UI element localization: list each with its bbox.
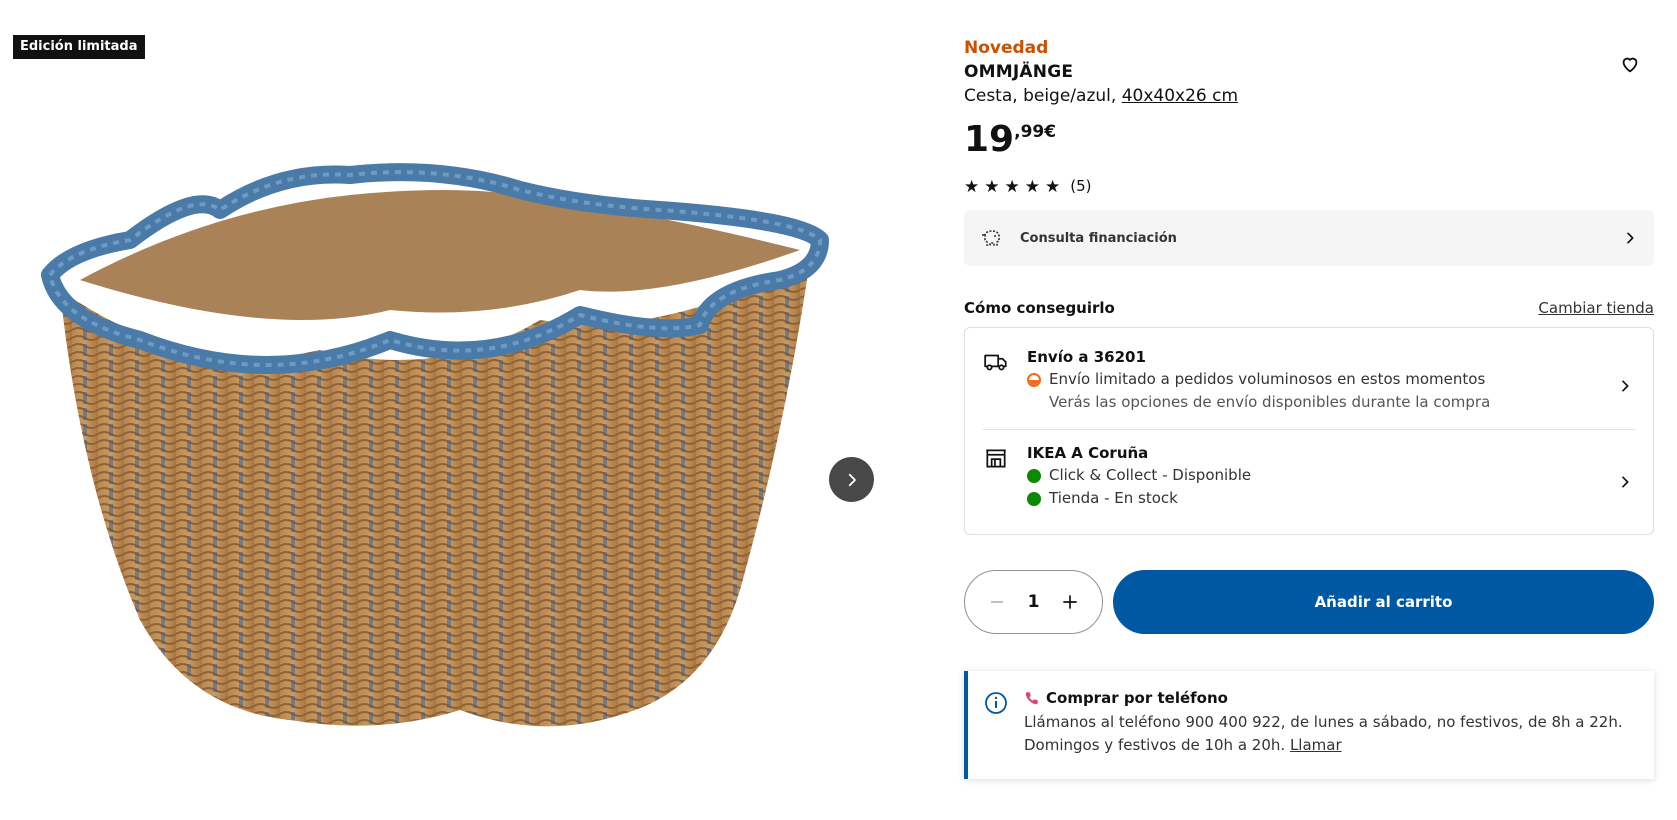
product-size-link[interactable]: 40x40x26 cm <box>1122 86 1238 106</box>
quantity-value[interactable]: 1 <box>1028 592 1040 612</box>
chevron-right-icon <box>1622 476 1629 488</box>
delivery-status-text: Envío limitado a pedidos voluminosos en … <box>1049 370 1486 388</box>
price-integer: 19 <box>964 119 1015 160</box>
click-collect-text: Click & Collect - Disponible <box>1049 466 1252 484</box>
store-icon <box>986 449 1006 468</box>
increase-quantity-button[interactable] <box>1058 590 1082 614</box>
plus-icon <box>1063 595 1077 609</box>
delivery-row[interactable]: Envío a 36201 Envío limitado a pedidos v… <box>983 346 1635 426</box>
star-icon: ★ <box>1045 176 1061 196</box>
chevron-right-icon <box>1627 232 1634 244</box>
product-gallery: Edición limitada <box>0 0 880 820</box>
delivery-chevron <box>1615 346 1635 426</box>
piggy-bank-icon <box>982 230 1000 246</box>
product-image[interactable] <box>20 150 880 750</box>
star-icon: ★ <box>984 176 1000 196</box>
info-icon <box>985 692 1007 714</box>
availability-box: Envío a 36201 Envío limitado a pedidos v… <box>964 327 1654 535</box>
product-name: OMMJÄNGE <box>964 62 1074 82</box>
phone-order-title-text: Comprar por teléfono <box>1046 689 1228 707</box>
product-description-text: Cesta, beige/azul, <box>964 86 1117 106</box>
phone-order-box: Comprar por teléfono Llámanos al teléfon… <box>964 671 1654 779</box>
product-price: 19 ,99€ <box>964 120 1654 164</box>
click-collect-status: Click & Collect - Disponible <box>1027 464 1615 487</box>
chevron-right-icon <box>848 473 856 486</box>
decrease-quantity-button[interactable] <box>985 590 1009 614</box>
product-panel: Novedad OMMJÄNGE Cesta, beige/azul, 40x4… <box>964 38 1654 779</box>
available-status-icon <box>1027 468 1041 483</box>
star-icon: ★ <box>1024 176 1040 196</box>
truck-icon <box>984 354 1007 371</box>
divider <box>983 429 1635 430</box>
add-to-cart-button[interactable]: Añadir al carrito <box>1113 570 1654 634</box>
store-title: IKEA A Coruña <box>1027 444 1149 462</box>
store-chevron <box>1615 442 1635 522</box>
limited-edition-badge: Edición limitada <box>13 35 145 59</box>
warning-status-icon <box>1027 372 1041 387</box>
available-status-icon <box>1027 491 1041 506</box>
availability-title: Cómo conseguirlo <box>964 299 1115 317</box>
chevron-right-icon <box>1622 380 1629 392</box>
price-decimal: ,99€ <box>1014 122 1057 142</box>
next-image-button[interactable] <box>829 457 874 502</box>
delivery-title: Envío a 36201 <box>1027 348 1146 366</box>
store-row[interactable]: IKEA A Coruña Click & Collect - Disponib… <box>983 442 1635 522</box>
star-icon: ★ <box>1004 176 1020 196</box>
rating-count: (5) <box>1070 177 1092 195</box>
store-stock-text: Tienda - En stock <box>1049 489 1178 507</box>
delivery-status: Envío limitado a pedidos voluminosos en … <box>1027 368 1615 391</box>
purchase-controls: 1 Añadir al carrito <box>964 570 1654 634</box>
product-rating[interactable]: ★ ★ ★ ★ ★ (5) <box>964 176 1654 196</box>
phone-order-title: Comprar por teléfono <box>1024 687 1636 709</box>
product-description: Cesta, beige/azul, 40x40x26 cm <box>964 86 1654 110</box>
delivery-note: Verás las opciones de envío disponibles … <box>1049 393 1491 411</box>
availability-header: Cómo conseguirlo Cambiar tienda <box>964 296 1654 320</box>
financing-button[interactable]: Consulta financiación <box>964 210 1654 266</box>
financing-label: Consulta financiación <box>1020 230 1177 246</box>
phone-order-text: Llámanos al teléfono 900 400 922, de lun… <box>1024 711 1636 757</box>
minus-icon <box>991 601 1003 603</box>
change-store-link[interactable]: Cambiar tienda <box>1538 299 1654 317</box>
rating-stars: ★ ★ ★ ★ ★ <box>964 178 1060 195</box>
store-stock-status: Tienda - En stock <box>1027 487 1615 510</box>
star-icon: ★ <box>964 176 980 196</box>
novelty-label: Novedad <box>964 38 1049 58</box>
call-link[interactable]: Llamar <box>1290 736 1342 754</box>
phone-icon <box>1025 692 1038 705</box>
quantity-stepper: 1 <box>964 570 1103 634</box>
